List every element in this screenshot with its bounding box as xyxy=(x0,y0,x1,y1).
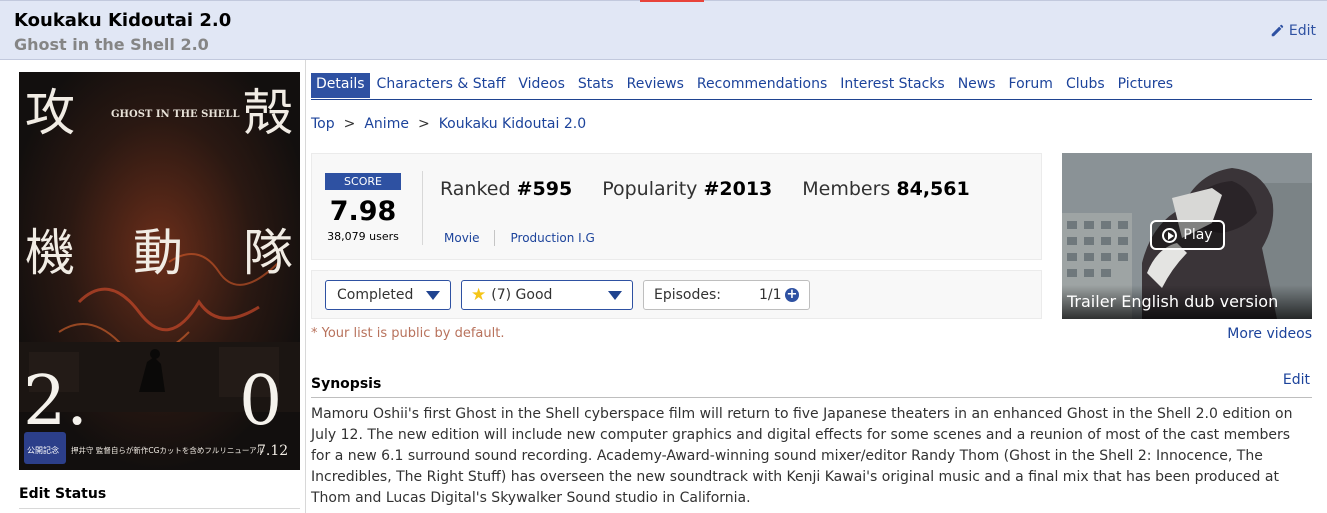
page-subtitle: Ghost in the Shell 2.0 xyxy=(14,35,209,54)
tab-pictures[interactable]: Pictures xyxy=(1111,73,1179,98)
popularity-stat[interactable]: Popularity #2013 xyxy=(602,178,772,200)
tab-details[interactable]: Details xyxy=(311,73,370,98)
tab-interest-stacks[interactable]: Interest Stacks xyxy=(833,73,950,98)
list-status-panel: Completed ★ (7) Good Episodes: 1/1 + xyxy=(311,270,1042,319)
detail-tabs: Details Characters & Staff Videos Stats … xyxy=(311,73,1312,100)
star-icon: ★ xyxy=(471,284,487,305)
caret-down-icon xyxy=(608,291,622,300)
cover-kanji-2: 動 xyxy=(133,224,183,282)
plus-circle-icon[interactable]: + xyxy=(785,288,799,302)
cover-date: 7.12 xyxy=(257,443,288,459)
tab-characters-staff[interactable]: Characters & Staff xyxy=(370,73,512,98)
score-select-value: (7) Good xyxy=(491,287,553,303)
cover-kanji-top-right: 殻 xyxy=(243,84,293,142)
score-value: 7.98 xyxy=(329,196,397,227)
header-accent-bar xyxy=(640,0,704,2)
ranked-value: #595 xyxy=(516,178,573,200)
tab-stats[interactable]: Stats xyxy=(571,73,620,98)
cover-big-number-left: 2. xyxy=(23,362,88,441)
status-select[interactable]: Completed xyxy=(325,280,451,310)
score-users: 38,079 users xyxy=(327,230,399,243)
edit-status-divider xyxy=(19,508,300,509)
synopsis-text: Mamoru Oshii's first Ghost in the Shell … xyxy=(311,406,1293,506)
studio-link[interactable]: Production I.G xyxy=(511,231,595,245)
title-header: Koukaku Kidoutai 2.0 Ghost in the Shell … xyxy=(0,0,1327,60)
trailer-caption: Trailer English dub version xyxy=(1062,285,1312,319)
episodes-label: Episodes: xyxy=(654,287,721,303)
stats-panel: SCORE 7.98 38,079 users Ranked #595 Popu… xyxy=(311,153,1042,260)
status-select-value: Completed xyxy=(337,287,414,303)
cover-kanji-3: 隊 xyxy=(243,224,293,282)
page-title: Koukaku Kidoutai 2.0 xyxy=(14,10,232,31)
info-links: Movie Production I.G xyxy=(444,230,595,246)
tab-reviews[interactable]: Reviews xyxy=(620,73,690,98)
type-link[interactable]: Movie xyxy=(444,231,480,245)
rank-stats: Ranked #595 Popularity #2013 Members 84,… xyxy=(440,178,1000,200)
cover-kanji-1: 機 xyxy=(25,224,75,282)
breadcrumb-current[interactable]: Koukaku Kidoutai 2.0 xyxy=(439,116,586,132)
score-divider xyxy=(422,171,423,245)
breadcrumb-separator: > xyxy=(417,116,430,132)
episodes-field: Episodes: 1/1 + xyxy=(643,280,810,310)
tab-videos[interactable]: Videos xyxy=(511,73,571,98)
episodes-count[interactable]: 1/1 xyxy=(759,287,782,303)
more-videos-link[interactable]: More videos xyxy=(1227,326,1312,342)
left-column: 攻 殻 GHOST IN THE SHELL 機 動 隊 2. 0 公開記念 押… xyxy=(6,60,306,513)
tab-news[interactable]: News xyxy=(951,73,1002,98)
trailer-video[interactable]: Play Trailer English dub version xyxy=(1062,153,1312,319)
public-note: * Your list is public by default. xyxy=(311,326,505,341)
cover-big-number-right: 0 xyxy=(239,362,282,441)
pencil-icon xyxy=(1271,24,1284,37)
cover-bottom-text: 押井守 監督自らが新作CGカットを含めフルリニューアル xyxy=(71,445,265,455)
ranked-label: Ranked xyxy=(440,178,511,200)
members-value: 84,561 xyxy=(896,178,970,200)
play-icon xyxy=(1162,227,1178,243)
ranked-stat[interactable]: Ranked #595 xyxy=(440,178,572,200)
cover-badge: 公開記念 xyxy=(27,445,59,455)
score-label: SCORE xyxy=(325,173,401,190)
breadcrumb-top[interactable]: Top xyxy=(311,116,335,132)
synopsis-heading: Synopsis xyxy=(311,376,382,392)
synopsis-divider xyxy=(311,397,1312,398)
edit-title-link[interactable]: Edit xyxy=(1270,23,1316,39)
popularity-value: #2013 xyxy=(703,178,773,200)
score-select[interactable]: ★ (7) Good xyxy=(461,280,633,310)
tab-forum[interactable]: Forum xyxy=(1002,73,1059,98)
play-button[interactable]: Play xyxy=(1150,220,1225,250)
edit-status-heading: Edit Status xyxy=(19,486,107,502)
info-divider xyxy=(493,230,495,246)
cover-art: 攻 殻 GHOST IN THE SHELL 機 動 隊 2. 0 公開記念 押… xyxy=(19,72,300,470)
caret-down-icon xyxy=(426,291,440,300)
play-label: Play xyxy=(1183,227,1213,243)
members-stat[interactable]: Members 84,561 xyxy=(802,178,969,200)
breadcrumb: Top > Anime > Koukaku Kidoutai 2.0 xyxy=(311,116,586,132)
members-label: Members xyxy=(802,178,891,200)
breadcrumb-separator: > xyxy=(343,116,356,132)
tab-recommendations[interactable]: Recommendations xyxy=(690,73,833,98)
tab-clubs[interactable]: Clubs xyxy=(1059,73,1111,98)
cover-kanji-top-left: 攻 xyxy=(25,84,75,142)
cover-logo: GHOST IN THE SHELL xyxy=(111,109,240,120)
breadcrumb-anime[interactable]: Anime xyxy=(364,116,409,132)
synopsis-edit-link[interactable]: Edit xyxy=(1283,372,1310,388)
cover-image[interactable]: 攻 殻 GHOST IN THE SHELL 機 動 隊 2. 0 公開記念 押… xyxy=(19,72,300,470)
edit-title-label: Edit xyxy=(1288,23,1316,39)
popularity-label: Popularity xyxy=(602,178,698,200)
